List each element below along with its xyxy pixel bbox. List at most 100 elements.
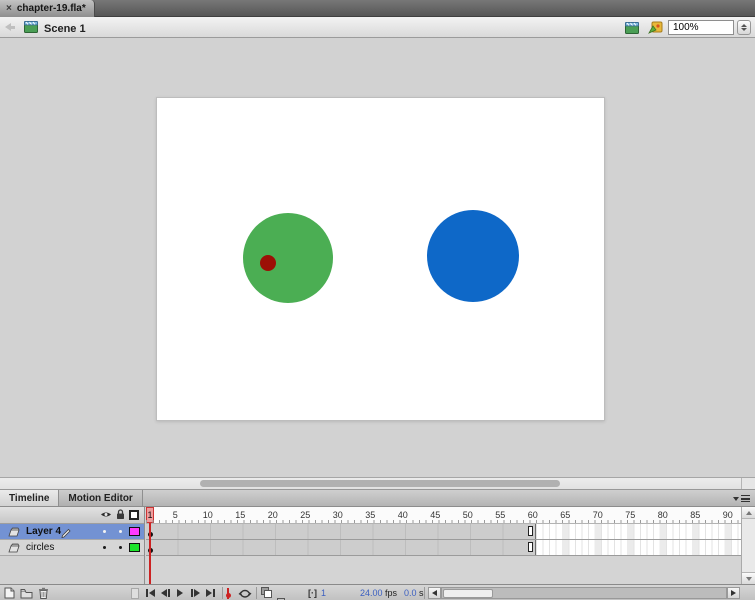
layers-column: Layer 4 circles (0, 507, 145, 584)
scrollbar-corner (741, 478, 755, 489)
ruler-label[interactable]: 60 (528, 510, 538, 520)
document-tab[interactable]: × chapter-19.fla* (0, 0, 95, 17)
frame-span[interactable] (146, 540, 536, 555)
scrollbar-thumb[interactable] (200, 480, 560, 487)
edit-scene-button[interactable] (625, 21, 640, 39)
ruler-label[interactable]: 55 (495, 510, 505, 520)
scene-breadcrumb[interactable]: Scene 1 (24, 20, 86, 38)
empty-timeline-area (146, 556, 741, 584)
layer-row[interactable]: Layer 4 (0, 524, 144, 540)
layer-name[interactable]: circles (26, 542, 54, 553)
span-end-marker (528, 542, 533, 552)
frame-span[interactable] (146, 524, 536, 539)
time-value: 0.0 (404, 588, 417, 598)
frame-rate[interactable]: 24.00 fps (360, 587, 397, 599)
layer-outline-color-swatch[interactable] (129, 543, 140, 552)
stage-canvas (157, 98, 604, 420)
flash-application-window: × chapter-19.fla* Scene 1 Timeline (0, 0, 755, 600)
go-to-last-frame-button[interactable] (206, 587, 215, 599)
fps-value: 24.00 (360, 588, 383, 598)
timeline-scroll-left-icon[interactable] (428, 587, 441, 599)
blue-circle[interactable] (427, 210, 519, 302)
layer-page-icon (8, 543, 20, 556)
new-layer-button[interactable] (3, 587, 15, 599)
document-tab-bar: × chapter-19.fla* (0, 0, 755, 17)
layer-outline-color-swatch[interactable] (129, 527, 140, 536)
elapsed-time: 0.0 s (404, 587, 424, 599)
ruler-label[interactable]: 15 (235, 510, 245, 520)
loop-button[interactable] (238, 587, 252, 599)
timeline-scroll-right-icon[interactable] (727, 587, 740, 599)
stepper-up-icon (741, 24, 747, 27)
show-outlines-icon[interactable] (129, 510, 139, 520)
ruler-label[interactable]: 35 (365, 510, 375, 520)
onion-skin-button[interactable] (261, 587, 273, 598)
layer-frames-row[interactable] (146, 540, 741, 556)
timeline-horizontal-scrollbar[interactable] (441, 587, 727, 599)
ruler-label[interactable]: 5 (173, 510, 178, 520)
modify-markers-button[interactable]: [·] (308, 587, 317, 599)
ruler-label[interactable]: 85 (690, 510, 700, 520)
timeline-panel-tabbar: Timeline Motion Editor (0, 490, 755, 507)
show-hide-all-layers-icon[interactable] (100, 510, 112, 519)
scene-name: Scene 1 (44, 23, 86, 35)
go-to-first-frame-button[interactable] (146, 587, 155, 599)
panel-menu-icon[interactable] (733, 495, 750, 502)
lock-all-layers-icon[interactable] (116, 509, 125, 520)
ruler-label[interactable]: 90 (723, 510, 733, 520)
ruler-label[interactable]: 50 (463, 510, 473, 520)
frames-area: 151015202530354045505560657075808590 (146, 507, 741, 584)
back-arrow-icon[interactable] (5, 23, 15, 31)
playhead-line[interactable] (149, 523, 151, 584)
frame-ruler[interactable]: 151015202530354045505560657075808590 (146, 507, 741, 524)
delete-layer-button[interactable] (38, 587, 49, 599)
layer-lock-dot[interactable] (119, 546, 122, 549)
ruler-label[interactable]: 10 (203, 510, 213, 520)
center-frame-button[interactable] (227, 587, 229, 599)
pencil-icon (60, 526, 72, 541)
stage[interactable] (156, 97, 605, 421)
current-frame-number: 1 (321, 587, 326, 599)
stage-horizontal-scrollbar[interactable] (0, 477, 755, 490)
new-folder-button[interactable] (20, 587, 33, 599)
pasteboard[interactable] (0, 38, 755, 477)
timeline-status-bar: [·] 1 24.00 fps 0.0 s (0, 584, 755, 600)
close-icon[interactable]: × (6, 4, 12, 14)
tab-timeline[interactable]: Timeline (0, 490, 59, 506)
column-splitter-handle[interactable] (131, 588, 139, 599)
layers-header (0, 507, 144, 524)
timeline-vertical-scrollbar[interactable] (741, 507, 755, 584)
play-button[interactable] (177, 587, 183, 599)
span-end-marker (528, 526, 533, 536)
layer-frames-row[interactable] (146, 524, 741, 540)
layer-lock-dot[interactable] (119, 530, 122, 533)
ruler-label[interactable]: 30 (333, 510, 343, 520)
layer-name[interactable]: Layer 4 (26, 526, 61, 537)
ruler-label[interactable]: 45 (430, 510, 440, 520)
scroll-up-icon[interactable] (742, 507, 755, 519)
scroll-down-icon[interactable] (742, 572, 755, 584)
scrollbar-thumb[interactable] (443, 589, 493, 598)
ruler-label[interactable]: 20 (268, 510, 278, 520)
green-circle[interactable] (243, 213, 333, 303)
step-forward-button[interactable] (191, 587, 200, 599)
zoom-input[interactable] (668, 20, 734, 35)
zoom-stepper[interactable] (737, 20, 751, 35)
current-frame-marker[interactable]: 1 (146, 507, 154, 523)
red-dot[interactable] (260, 255, 276, 271)
ruler-label[interactable]: 25 (300, 510, 310, 520)
layer-visibility-dot[interactable] (103, 546, 106, 549)
layer-visibility-dot[interactable] (103, 530, 106, 533)
layer-row[interactable]: circles (0, 540, 144, 556)
timeline-body: Layer 4 circles 151015202530354045505560… (0, 507, 755, 584)
ruler-label[interactable]: 75 (625, 510, 635, 520)
ruler-label[interactable]: 65 (560, 510, 570, 520)
tab-motion-editor[interactable]: Motion Editor (59, 490, 142, 506)
time-unit: s (419, 588, 424, 598)
step-back-button[interactable] (161, 587, 170, 599)
edit-symbols-button[interactable] (648, 21, 663, 39)
ruler-label[interactable]: 80 (658, 510, 668, 520)
ruler-label[interactable]: 40 (398, 510, 408, 520)
stepper-down-icon (741, 28, 747, 31)
ruler-label[interactable]: 70 (593, 510, 603, 520)
